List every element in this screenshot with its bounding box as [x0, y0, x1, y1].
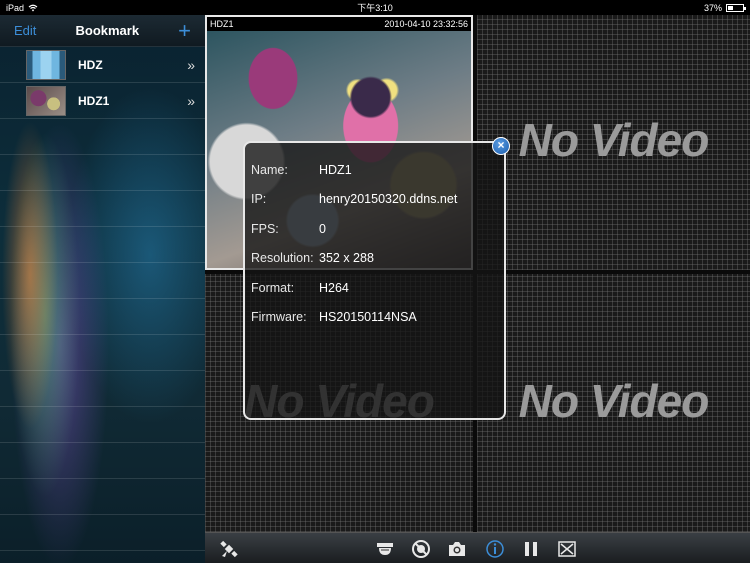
- info-key: FPS:: [251, 221, 279, 236]
- list-divider: [0, 407, 205, 443]
- bookmark-item-hdz[interactable]: HDZ »: [0, 47, 205, 83]
- bookmark-label: HDZ: [78, 57, 103, 72]
- list-divider: [0, 443, 205, 479]
- close-icon[interactable]: ×: [492, 137, 510, 155]
- info-value: henry20150320.ddns.net: [319, 192, 458, 207]
- info-value: 0: [319, 221, 326, 236]
- list-divider: [0, 371, 205, 407]
- camera-name: HDZ1: [210, 19, 234, 29]
- list-divider: [0, 191, 205, 227]
- info-value: HS20150114NSA: [319, 310, 417, 325]
- clock: 下午3:10: [357, 3, 393, 13]
- battery-icon: [726, 3, 746, 12]
- status-bar: iPad 下午3:10 37%: [0, 0, 750, 15]
- speaker-icon[interactable]: [375, 539, 395, 559]
- satellite-icon[interactable]: [219, 539, 239, 559]
- info-row-firmware: Firmware: HS20150114NSA: [245, 303, 504, 333]
- list-divider: [0, 335, 205, 371]
- info-key: Name:: [251, 162, 288, 177]
- camera-thumbnail: [26, 85, 66, 116]
- record-off-icon[interactable]: [411, 539, 431, 559]
- list-divider: [0, 479, 205, 515]
- info-key: Format:: [251, 280, 295, 295]
- info-row-ip: IP: henry20150320.ddns.net: [245, 185, 504, 215]
- list-divider: [0, 155, 205, 191]
- list-divider: [0, 299, 205, 335]
- sidebar-header: Edit Bookmark +: [0, 15, 205, 47]
- camera-overlay-bar: HDZ1 2010-04-10 23:32:56: [207, 17, 471, 31]
- bookmark-sidebar: Edit Bookmark + HDZ » HDZ1 »: [0, 15, 205, 563]
- battery-percent: 37%: [703, 2, 722, 13]
- no-video-label: No Video: [518, 375, 710, 427]
- info-row-fps: FPS: 0: [245, 214, 504, 244]
- no-video-label: No Video: [518, 114, 710, 166]
- video-cell-4[interactable]: No Video: [477, 274, 750, 532]
- add-bookmark-button[interactable]: +: [178, 19, 191, 42]
- list-divider: [0, 227, 205, 263]
- info-row-format: Format: H264: [245, 273, 504, 303]
- info-value: HDZ1: [319, 162, 352, 177]
- list-divider: [0, 515, 205, 551]
- video-cell-2[interactable]: No Video: [477, 15, 750, 270]
- camera-timestamp: 2010-04-10 23:32:56: [384, 19, 468, 29]
- camera-info-popup: × Name: HDZ1 IP: henry20150320.ddns.net …: [243, 137, 510, 420]
- chevron-right-icon[interactable]: »: [187, 93, 195, 109]
- info-icon[interactable]: [485, 539, 505, 559]
- list-divider: [0, 263, 205, 299]
- edit-button[interactable]: Edit: [14, 23, 36, 38]
- info-value: H264: [319, 280, 349, 295]
- info-value: 352 x 288: [319, 251, 374, 266]
- fullscreen-icon[interactable]: [557, 539, 577, 559]
- pause-icon[interactable]: [521, 539, 541, 559]
- wifi-icon: [28, 4, 38, 11]
- camera-icon[interactable]: [447, 539, 467, 559]
- info-row-resolution: Resolution: 352 x 288: [245, 244, 504, 274]
- bottom-toolbar: [205, 532, 750, 563]
- bookmark-label: HDZ1: [78, 93, 110, 108]
- chevron-right-icon[interactable]: »: [187, 57, 195, 73]
- info-key: IP:: [251, 192, 267, 207]
- info-key: Firmware:: [251, 310, 307, 325]
- info-key: Resolution:: [251, 251, 314, 266]
- info-row-name: Name: HDZ1: [245, 155, 504, 185]
- bookmark-item-hdz1[interactable]: HDZ1 »: [0, 83, 205, 119]
- sidebar-title: Bookmark: [75, 23, 140, 38]
- device-name: iPad: [6, 2, 25, 13]
- list-divider: [0, 119, 205, 155]
- video-file-icon: [26, 49, 66, 80]
